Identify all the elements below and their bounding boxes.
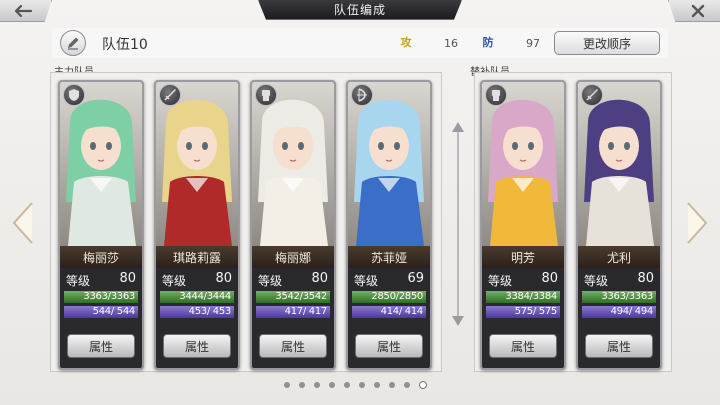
level-label: 等级 [584, 274, 609, 288]
character-card[interactable]: 明芳 等级 80 3384/3384 575/ 575 属性 [480, 80, 566, 370]
attributes-button[interactable]: 属性 [489, 334, 557, 358]
hp-bar: 3542/3542 [256, 291, 330, 303]
chevron-right-icon [687, 202, 708, 244]
attributes-button[interactable]: 属性 [355, 334, 423, 358]
hp-bar: 3363/3363 [64, 291, 138, 303]
page-dot[interactable] [404, 382, 410, 388]
defense-icon: 防 [482, 36, 494, 49]
bow-icon [351, 84, 373, 106]
character-portrait[interactable] [252, 82, 334, 246]
team-name: 队伍10 [102, 37, 148, 53]
level-row: 等级 80 [60, 270, 142, 290]
next-team-button[interactable] [684, 200, 710, 246]
top-bar: 队伍编成 [0, 0, 720, 22]
character-name: 明芳 [482, 246, 564, 268]
character-card[interactable]: 苏菲娅 等级 69 2850/2850 414/ 414 属性 [346, 80, 432, 370]
hp-bar: 3384/3384 [486, 291, 560, 303]
swap-divider [448, 118, 468, 330]
hp-bar: 3363/3363 [582, 291, 656, 303]
attack-icon: 攻 [400, 36, 412, 49]
sp-bar: 575/ 575 [486, 306, 560, 318]
defense-value: 97 [526, 37, 540, 50]
pencil-icon [68, 37, 79, 50]
character-card[interactable]: 琪路莉露 等级 80 3444/3444 453/ 453 属性 [154, 80, 240, 370]
close-button[interactable] [668, 0, 720, 22]
chevron-left-icon [12, 202, 33, 244]
level-value: 80 [311, 271, 328, 286]
back-arrow-icon [14, 4, 32, 17]
character-card[interactable]: 梅丽莎 等级 80 3363/3363 544/ 544 属性 [58, 80, 144, 370]
character-name: 尤利 [578, 246, 660, 268]
level-row: 等级 80 [578, 270, 660, 290]
sp-bar: 417/ 417 [256, 306, 330, 318]
level-value: 80 [637, 271, 654, 286]
edit-team-name-button[interactable] [60, 30, 86, 56]
level-label: 等级 [354, 274, 379, 288]
shield-icon [63, 84, 85, 106]
page-dot[interactable] [284, 382, 290, 388]
page-indicator [284, 380, 434, 390]
gauntlet-icon [255, 84, 277, 106]
character-name: 琪路莉露 [156, 246, 238, 268]
page-dot[interactable] [314, 382, 320, 388]
up-down-arrows-icon [452, 122, 464, 326]
sword-icon [581, 84, 603, 106]
level-label: 等级 [258, 274, 283, 288]
level-row: 等级 80 [156, 270, 238, 290]
character-card[interactable]: 梅丽娜 等级 80 3542/3542 417/ 417 属性 [250, 80, 336, 370]
sp-bar: 453/ 453 [160, 306, 234, 318]
sword-icon [159, 84, 181, 106]
gauntlet-icon [485, 84, 507, 106]
level-label: 等级 [488, 274, 513, 288]
team-header: 队伍10 攻 16 防 97 更改顺序 [52, 28, 668, 58]
character-name: 苏菲娅 [348, 246, 430, 268]
character-portrait[interactable] [60, 82, 142, 246]
page-dot[interactable] [389, 382, 395, 388]
page-dot[interactable] [419, 381, 427, 389]
sp-bar: 414/ 414 [352, 306, 426, 318]
character-portrait[interactable] [578, 82, 660, 246]
character-portrait[interactable] [348, 82, 430, 246]
character-portrait[interactable] [156, 82, 238, 246]
page-dot[interactable] [344, 382, 350, 388]
level-label: 等级 [162, 274, 187, 288]
page-dot[interactable] [329, 382, 335, 388]
level-value: 80 [119, 271, 136, 286]
hp-bar: 2850/2850 [352, 291, 426, 303]
attributes-button[interactable]: 属性 [585, 334, 653, 358]
level-value: 69 [407, 271, 424, 286]
attributes-button[interactable]: 属性 [163, 334, 231, 358]
attributes-button[interactable]: 属性 [259, 334, 327, 358]
character-name: 梅丽娜 [252, 246, 334, 268]
level-label: 等级 [66, 274, 91, 288]
page-dot[interactable] [374, 382, 380, 388]
reorder-button[interactable]: 更改顺序 [554, 31, 660, 55]
character-portrait[interactable] [482, 82, 564, 246]
attack-value: 16 [444, 37, 458, 50]
hp-bar: 3444/3444 [160, 291, 234, 303]
level-row: 等级 69 [348, 270, 430, 290]
character-name: 梅丽莎 [60, 246, 142, 268]
page-dot[interactable] [299, 382, 305, 388]
attributes-button[interactable]: 属性 [67, 334, 135, 358]
sp-bar: 494/ 494 [582, 306, 656, 318]
level-row: 等级 80 [482, 270, 564, 290]
close-icon [691, 4, 704, 17]
level-row: 等级 80 [252, 270, 334, 290]
back-button[interactable] [0, 0, 52, 22]
page-dot[interactable] [359, 382, 365, 388]
page-title: 队伍编成 [258, 0, 462, 20]
prev-team-button[interactable] [10, 200, 36, 246]
character-card[interactable]: 尤利 等级 80 3363/3363 494/ 494 属性 [576, 80, 662, 370]
sp-bar: 544/ 544 [64, 306, 138, 318]
level-value: 80 [215, 271, 232, 286]
level-value: 80 [541, 271, 558, 286]
